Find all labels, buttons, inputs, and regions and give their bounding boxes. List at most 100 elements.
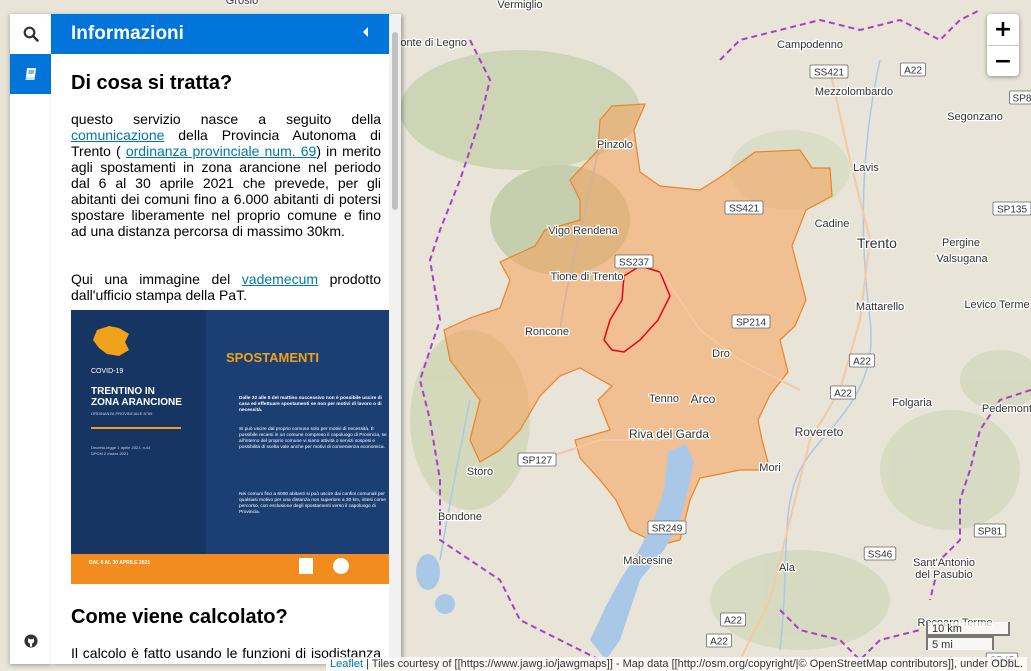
place-label: Cadine [815, 218, 850, 230]
vademecum-image: COVID-19 TRENTINO IN ZONA ARANCIONE ORDI… [71, 310, 389, 584]
pane-title: Informazioni [71, 23, 184, 44]
svg-text:SP81: SP81 [978, 527, 1003, 538]
road-shield: SP127 [517, 452, 557, 467]
place-label: Pergine [942, 237, 980, 249]
road-shield: SS421 [809, 64, 849, 79]
leaflet-link[interactable]: Leaflet [330, 658, 363, 670]
sidebar-tabs [10, 14, 51, 664]
intro-paragraph: questo servizio nasce a seguito della co… [71, 111, 381, 239]
road-shield: A22 [830, 385, 857, 400]
attribution: Leaflet | Tiles courtesy of [[https://ww… [326, 657, 1028, 671]
place-label: Tenno [649, 393, 679, 405]
seal-logo [333, 558, 349, 574]
svg-text:SP8: SP8 [1013, 94, 1031, 105]
svg-text:SS421: SS421 [814, 68, 844, 79]
vademecum-paragraph: Qui una immagine del vademecum prodotto … [71, 271, 381, 303]
road-shield: A22 [849, 353, 876, 368]
info-dpcm: DPCM 2 marzo 2021 [91, 451, 129, 456]
zoom-control: + − [987, 14, 1019, 76]
place-label: Trento [857, 235, 897, 251]
attribution-text: | Tiles courtesy of [[https://www.jawg.i… [363, 658, 1024, 670]
search-icon [23, 26, 39, 42]
pane-scrollbar[interactable] [389, 14, 401, 664]
svg-text:SS46: SS46 [868, 550, 893, 561]
road-shield: SP135 [992, 201, 1031, 216]
svg-text:SS237: SS237 [619, 258, 649, 269]
zoom-in-button[interactable]: + [987, 14, 1019, 45]
info-tab[interactable] [10, 54, 51, 94]
info-subtitle: ORDINANZA PROVINCIALE N°69 [91, 411, 153, 416]
scale-bar: 10 km 5 mi [926, 622, 1010, 651]
scale-mi: 5 mi [926, 636, 994, 651]
road-shield: SS421 [724, 200, 764, 215]
place-label: Segonzano [947, 111, 1003, 123]
svg-text:A22: A22 [853, 357, 871, 368]
svg-text:A22: A22 [834, 389, 852, 400]
place-label: del Pasubio [915, 569, 973, 581]
svg-text:SR249: SR249 [652, 524, 683, 535]
pane-body: Di cosa si tratta? questo servizio nasce… [51, 72, 389, 664]
place-label: Ala [779, 562, 796, 574]
info-heading: SPOSTAMENTI [226, 350, 319, 365]
section-title-how: Come viene calcolato? [71, 606, 288, 628]
github-link[interactable] [10, 626, 51, 656]
place-label: Mezzolombardo [815, 86, 893, 98]
info-bullet-3: Nei comuni fino a 6000 abitanti si può u… [239, 492, 386, 515]
svg-text:SP214: SP214 [736, 318, 766, 329]
svg-text:A22: A22 [724, 616, 742, 627]
place-label: Pedemonte [982, 403, 1031, 415]
place-label: Mori [759, 462, 780, 474]
svg-text:SP127: SP127 [522, 456, 552, 467]
scale-km: 10 km [926, 622, 1010, 636]
info-pane: Informazioni Di cosa si tratta? questo s… [51, 14, 401, 664]
info-title-2: ZONA ARANCIONE [91, 397, 182, 408]
svg-text:A22: A22 [710, 637, 728, 648]
road-shield: A22 [706, 633, 733, 648]
place-label: Riva del Garda [629, 427, 709, 441]
place-label: Bondone [438, 511, 482, 523]
section-title-what: Di cosa si tratta? [71, 72, 233, 94]
place-label: Folgaria [892, 397, 933, 409]
intro-text-1: questo servizio nasce a seguito della [71, 111, 381, 127]
place-label: Vermiglio [497, 0, 542, 11]
place-label: Valsugana [936, 253, 988, 265]
github-icon [23, 634, 38, 648]
ordinanza-link[interactable]: ordinanza provinciale num. 69 [126, 143, 316, 159]
road-shield: A22 [900, 62, 927, 77]
info-bullet-1: Dalle 22 alle 5 del mattino successivo n… [239, 396, 382, 413]
place-label: Campodenno [777, 39, 843, 51]
place-label: Sant'Antonio [913, 557, 975, 569]
place-label: Lavis [853, 162, 879, 174]
place-label: Pinzolo [597, 139, 633, 151]
search-tab[interactable] [10, 14, 51, 54]
svg-text:SS421: SS421 [729, 204, 759, 215]
place-label: Vigo Rendena [548, 225, 618, 237]
place-label: Ponte di Legno [393, 37, 467, 49]
place-label: Arco [691, 392, 716, 406]
road-shield: SS237 [614, 254, 654, 269]
comunicazione-link[interactable]: comunicazione [71, 127, 164, 143]
scrollbar-thumb[interactable] [392, 32, 398, 210]
place-label: Mattarello [856, 301, 904, 313]
place-label: Grosio [226, 0, 258, 7]
road-shield: SP81 [973, 523, 1007, 538]
road-shield: SS46 [863, 546, 897, 561]
vademecum-link[interactable]: vademecum [242, 271, 318, 287]
info-dates: DAL 6 AL 30 APRILE 2021 [89, 560, 151, 566]
book-icon [25, 68, 36, 80]
info-covid: COVID-19 [91, 368, 124, 375]
place-label: Dro [712, 348, 730, 360]
place-label: Tione di Trento [551, 271, 624, 283]
caret-left-icon [363, 27, 368, 37]
place-label: Malcesine [623, 555, 673, 567]
close-pane-button[interactable] [361, 25, 371, 43]
trentino-map-icon [93, 326, 129, 356]
svg-text:SP135: SP135 [997, 205, 1027, 216]
info-bullet-2: Si può uscire dal proprio comune solo pe… [239, 427, 387, 450]
lake-small [416, 554, 440, 590]
road-shield: A22 [720, 612, 747, 627]
vademecum-text-1: Qui una immagine del [71, 271, 242, 287]
place-label: Storo [467, 466, 493, 478]
zoom-out-button[interactable]: − [987, 45, 1019, 76]
info-title-1: TRENTINO IN [91, 386, 155, 397]
